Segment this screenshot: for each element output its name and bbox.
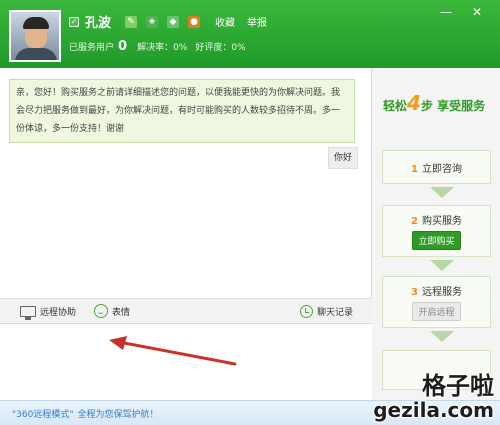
favorite-link[interactable]: 收藏 (215, 14, 235, 29)
close-button[interactable]: ✕ (472, 6, 482, 18)
chat-history-label: 聊天记录 (317, 307, 354, 318)
step-2-text: 2 购买服务 (383, 212, 490, 227)
step-2-purchase: 2 购买服务 立即购买 (382, 205, 491, 257)
report-link[interactable]: 举报 (247, 14, 267, 29)
outgoing-message: 你好 (328, 147, 358, 169)
step-1-consult[interactable]: 1 立即咨询 (382, 150, 491, 184)
minimize-button[interactable]: — (440, 6, 452, 18)
header-bar: ✓ 孔波 ✎ ★ ◆ ● 收藏 举报 已服务用户 0 解决率：0% 好评度：0%… (0, 0, 500, 68)
medal-badge-icon: ★ (146, 15, 159, 28)
stats-row: 已服务用户 0 解决率：0% 好评度：0% (69, 39, 246, 54)
step-2-label: 购买服务 (421, 216, 462, 227)
pen-badge-icon: ✎ (125, 15, 138, 28)
step-3-text: 3 远程服务 (383, 283, 490, 298)
clock-icon (300, 304, 313, 318)
start-remote-button[interactable]: 开启远程 (412, 302, 461, 321)
watermark-title: 格子啦 (422, 372, 494, 400)
avatar[interactable] (9, 10, 61, 62)
rating: 好评度：0% (195, 43, 246, 53)
step-1-label: 立即咨询 (421, 164, 462, 175)
title-suffix: 享受服务 (437, 99, 486, 113)
steps-sidebar: 轻松4步 享受服务 1 立即咨询 2 购买服务 立即购买 3 远程服务 开启远程 (372, 68, 500, 400)
chat-toolbar: 远程协助 表情 聊天记录 (0, 298, 372, 324)
resolve-rate: 解决率：0% (137, 43, 188, 53)
served-count: 0 (118, 39, 128, 54)
step-3-number: 3 (411, 287, 418, 298)
emoji-label: 表情 (112, 307, 131, 318)
step-arrow-icon (430, 260, 454, 271)
avatar-hair (23, 17, 49, 29)
served-label: 已服务用户 (69, 43, 115, 53)
monitor-icon (20, 305, 36, 320)
step-2-number: 2 (411, 216, 418, 227)
remote-assist-button[interactable]: 远程协助 (20, 305, 77, 320)
verified-icon: ✓ (69, 16, 79, 27)
step-arrow-icon (430, 187, 454, 198)
title-prefix: 轻松 (383, 99, 408, 113)
shield-badge-icon: ◆ (167, 15, 180, 28)
chat-history-button[interactable]: 聊天记录 (300, 304, 354, 318)
sidebar-title: 轻松4步 享受服务 (383, 91, 485, 115)
step-arrow-icon (430, 331, 454, 342)
name-row: ✓ 孔波 ✎ ★ ◆ ● 收藏 举报 (69, 12, 267, 31)
footer-text: 全程为您保驾护航！ (77, 409, 159, 420)
buy-now-button[interactable]: 立即购买 (412, 231, 461, 250)
red-arrow-annotation (109, 336, 237, 366)
step-3-remote: 3 远程服务 开启远程 (382, 276, 491, 328)
chat-area: 亲，您好！购买服务之前请详细描述您的问题，以便我能更快的为你解决问题。我会尽力把… (0, 68, 372, 298)
title-number: 4 (407, 91, 421, 115)
incoming-message: 亲，您好！购买服务之前请详细描述您的问题，以便我能更快的为你解决问题。我会尽力把… (9, 79, 355, 143)
title-mid: 步 (420, 99, 433, 113)
step-1-number: 1 (411, 164, 418, 175)
remote-assist-label: 远程协助 (40, 307, 77, 318)
emoji-button[interactable]: 表情 (94, 304, 130, 318)
step-1-text: 1 立即咨询 (383, 160, 490, 175)
smile-icon (94, 304, 108, 318)
footer-highlight[interactable]: "360远程模式" (12, 407, 73, 420)
step-3-label: 远程服务 (421, 287, 462, 298)
watermark-url: gezila.com (373, 398, 494, 422)
orange-badge-icon: ● (188, 15, 201, 28)
avatar-body (15, 48, 57, 60)
expert-name: 孔波 (85, 16, 112, 31)
